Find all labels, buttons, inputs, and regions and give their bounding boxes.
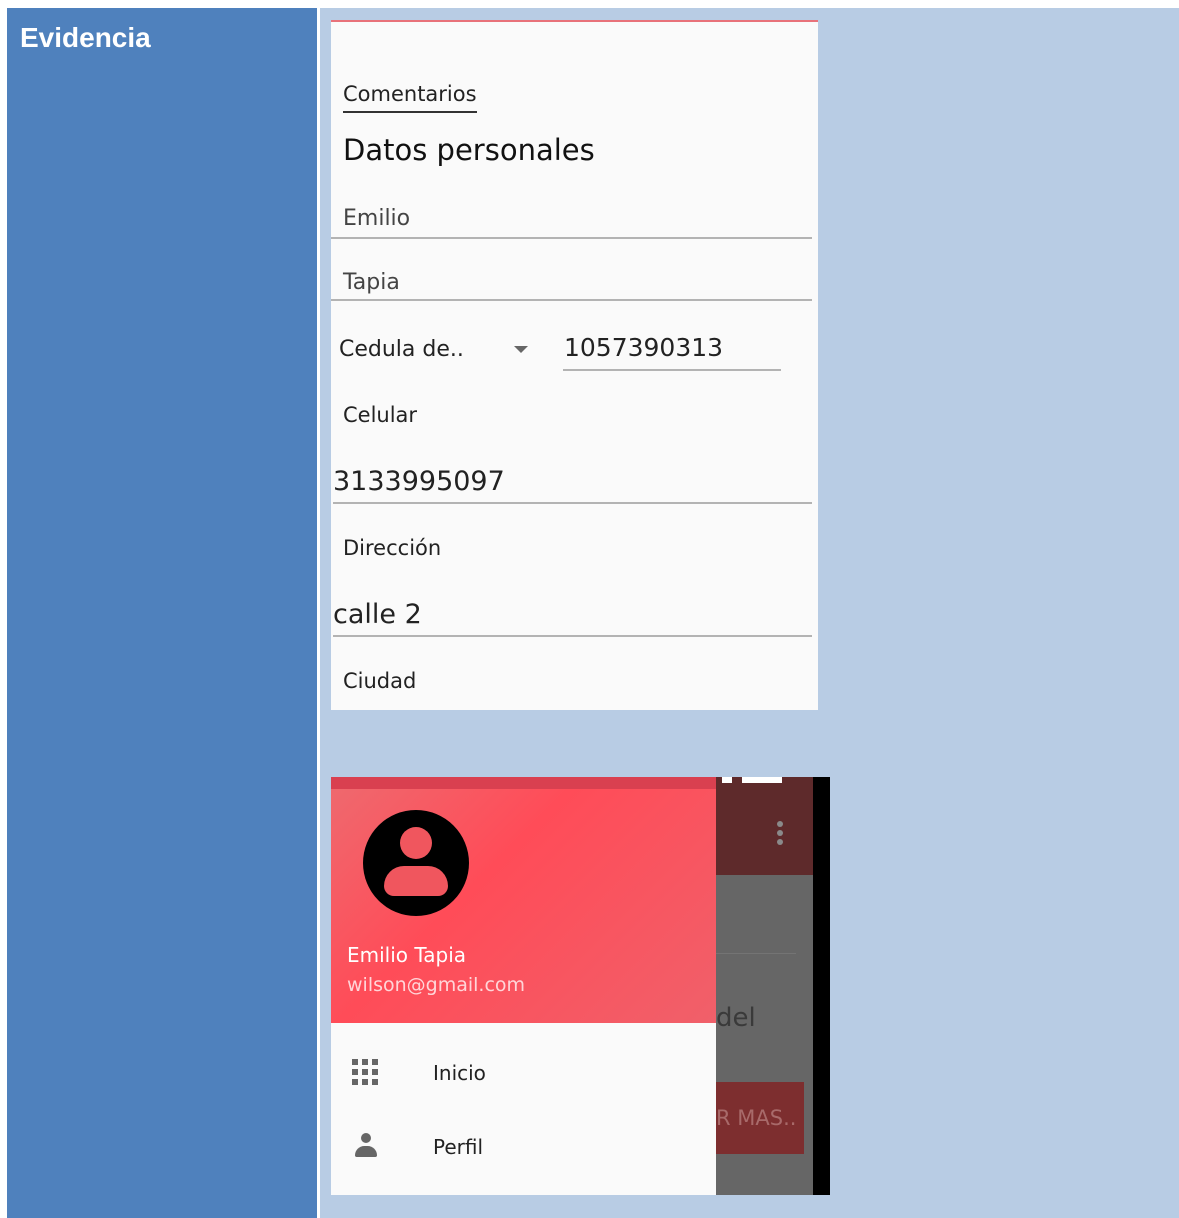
background-toolbar [716,777,813,875]
section-title: Datos personales [343,133,595,167]
address-underline [333,635,812,637]
address-field[interactable]: calle 2 [333,599,422,630]
evidence-label-cell: Evidencia [7,8,317,1218]
user-name: Emilio Tapia [347,943,467,967]
overflow-menu-icon[interactable] [777,821,783,848]
last-name-field[interactable]: Tapia [343,270,400,295]
person-icon [353,1133,379,1159]
dropdown-caret-icon[interactable] [514,346,528,353]
status-bar [331,777,716,789]
menu-label-inicio: Inicio [433,1061,486,1085]
id-type-select[interactable]: Cedula de.. [339,337,464,362]
first-name-underline [331,237,812,239]
phone-underline [333,502,812,504]
last-name-underline [331,299,812,301]
city-label: Ciudad [343,669,417,693]
background-divider [716,953,796,954]
menu-item-perfil[interactable]: Perfil [331,1117,716,1177]
drawer-screenshot: del R MAS.. Emilio Tapia wilson@gmail.co… [331,777,830,1195]
background-button-label: R MAS.. [716,1106,797,1130]
tab-indicator [343,111,477,113]
form-screenshot: Comentarios Datos personales Emilio Tapi… [331,20,818,710]
apps-grid-icon [352,1059,380,1087]
phone-field[interactable]: 3133995097 [333,466,505,497]
tab-comentarios[interactable]: Comentarios [343,82,477,106]
drawer-header: Emilio Tapia wilson@gmail.com [331,777,716,1023]
menu-item-inicio[interactable]: Inicio [331,1044,716,1104]
first-name-field[interactable]: Emilio [343,206,410,231]
address-label: Dirección [343,536,442,560]
top-divider [331,20,818,22]
navigation-drawer: Emilio Tapia wilson@gmail.com Inicio Per… [331,777,716,1195]
screen-edge [813,777,830,1195]
id-number-underline [563,369,781,371]
background-text: del [716,1003,756,1033]
id-number-field[interactable]: 1057390313 [564,333,723,362]
avatar-icon[interactable] [363,810,469,916]
phone-label: Celular [343,403,418,427]
menu-label-perfil: Perfil [433,1135,484,1159]
user-email: wilson@gmail.com [347,974,526,996]
evidence-title: Evidencia [20,22,151,53]
